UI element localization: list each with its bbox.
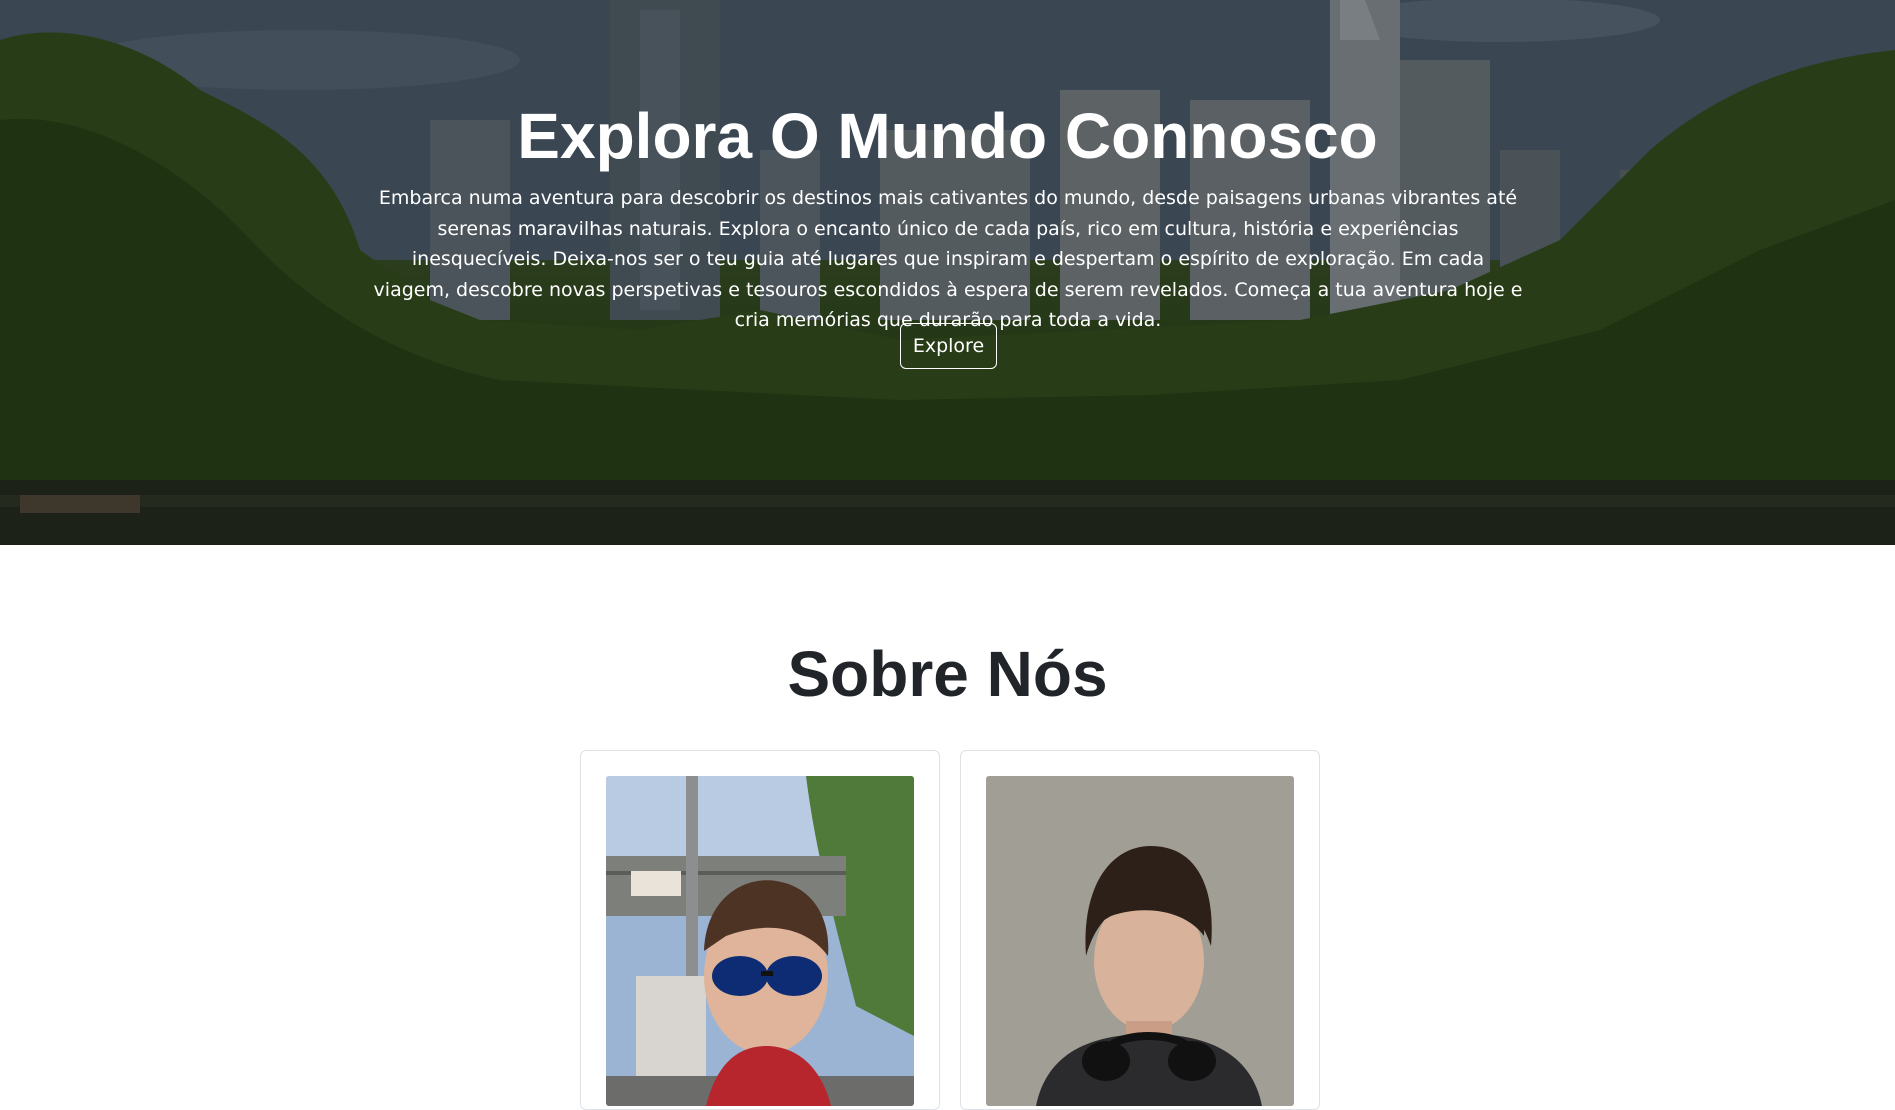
team-member-photo [986, 776, 1294, 1106]
team-member-card [580, 750, 940, 1110]
team-member-card [960, 750, 1320, 1110]
about-title: Sobre Nós [787, 638, 1108, 710]
hero-title: Explora O Mundo Connosco [517, 100, 1378, 172]
explore-button[interactable]: Explore [900, 323, 997, 369]
hero-description: Embarca numa aventura para descobrir os … [373, 187, 1523, 331]
selfie-outdoor-image [606, 776, 914, 1106]
portrait-image [986, 776, 1294, 1106]
team-member-photo [606, 776, 914, 1106]
hero-section: Explora O Mundo Connosco Embarca numa av… [0, 0, 1895, 545]
hero-content: Explora O Mundo Connosco Embarca numa av… [0, 0, 1895, 545]
